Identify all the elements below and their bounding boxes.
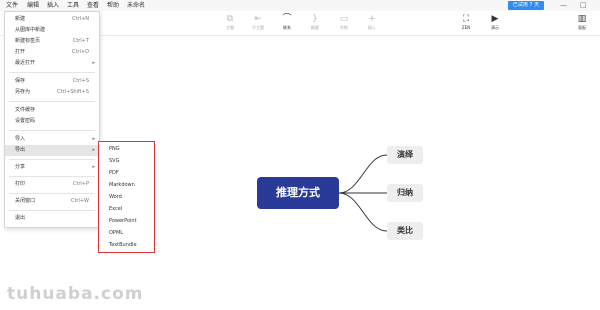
topic-analogy[interactable]: 类比 bbox=[387, 222, 423, 240]
menu-divider bbox=[9, 72, 95, 73]
export-opml[interactable]: OPML bbox=[109, 227, 123, 239]
export-markdown[interactable]: Markdown bbox=[109, 179, 135, 191]
menu-item-label: 保存 bbox=[15, 78, 26, 84]
menu-item-label: 设置密码 bbox=[15, 118, 36, 124]
menu-item-label: 最近打开 bbox=[15, 60, 36, 66]
topic-induction[interactable]: 归纳 bbox=[387, 184, 423, 202]
menu-divider bbox=[9, 130, 95, 131]
export-textbundle[interactable]: TextBundle bbox=[109, 239, 137, 251]
menu-item-label: 文件缓存 bbox=[15, 107, 36, 113]
menu-item-recent[interactable]: 最近打开 ▸ bbox=[5, 58, 99, 69]
file-menu: 新建 Ctrl+N 从图库中新建 新建标签页 Ctrl+T 打开 Ctrl+O … bbox=[4, 11, 100, 228]
menu-item-label: 从图库中新建 bbox=[15, 27, 46, 33]
submenu-arrow-icon: ▸ bbox=[92, 164, 95, 170]
menu-item-exit[interactable]: 退出 bbox=[5, 213, 99, 224]
menu-item-label: 退出 bbox=[15, 215, 26, 221]
menu-divider bbox=[9, 101, 95, 102]
menu-item-label: 导入 bbox=[15, 136, 26, 142]
menu-item-export[interactable]: 导出 ▸ bbox=[5, 145, 99, 156]
shortcut-label: Ctrl+W bbox=[70, 198, 89, 204]
menu-divider bbox=[9, 210, 95, 211]
menu-item-label: 打开 bbox=[15, 49, 26, 55]
export-pdf[interactable]: PDF bbox=[109, 167, 119, 179]
submenu-arrow-icon: ▸ bbox=[92, 136, 95, 142]
submenu-arrow-icon: ▸ bbox=[92, 60, 95, 66]
menu-item-share[interactable]: 分享 ▸ bbox=[5, 162, 99, 173]
topic-deduction[interactable]: 演绎 bbox=[387, 146, 423, 164]
menu-item-save[interactable]: 保存 Ctrl+S bbox=[5, 76, 99, 87]
menu-item-label: 新建 bbox=[15, 16, 26, 22]
menu-item-open[interactable]: 打开 Ctrl+O bbox=[5, 47, 99, 58]
menu-item-label: 另存为 bbox=[15, 89, 31, 95]
menu-item-close-window[interactable]: 关闭窗口 Ctrl+W bbox=[5, 196, 99, 207]
menu-item-label: 导出 bbox=[15, 147, 26, 153]
central-topic[interactable]: 推理方式 bbox=[257, 177, 339, 209]
menu-item-file-cache[interactable]: 文件缓存 bbox=[5, 105, 99, 116]
menu-item-label: 新建标签页 bbox=[15, 38, 41, 44]
shortcut-label: Ctrl+P bbox=[72, 181, 89, 187]
menu-item-label: 打印 bbox=[15, 181, 26, 187]
menu-item-save-as[interactable]: 另存为 Ctrl+Shift+S bbox=[5, 87, 99, 98]
shortcut-label: Ctrl+O bbox=[71, 49, 89, 55]
menu-divider bbox=[9, 159, 95, 160]
shortcut-label: Ctrl+Shift+S bbox=[57, 89, 89, 95]
shortcut-label: Ctrl+S bbox=[72, 78, 89, 84]
menu-item-import[interactable]: 导入 ▸ bbox=[5, 134, 99, 145]
shortcut-label: Ctrl+T bbox=[72, 38, 89, 44]
export-svg[interactable]: SVG bbox=[109, 155, 119, 167]
menu-divider bbox=[9, 193, 95, 194]
menu-divider bbox=[9, 176, 95, 177]
menu-item-new[interactable]: 新建 Ctrl+N bbox=[5, 14, 99, 25]
export-submenu: PNG SVG PDF Markdown Word Excel PowerPoi… bbox=[98, 141, 155, 253]
export-excel[interactable]: Excel bbox=[109, 203, 122, 215]
export-powerpoint[interactable]: PowerPoint bbox=[109, 215, 137, 227]
menu-item-new-tab[interactable]: 新建标签页 Ctrl+T bbox=[5, 36, 99, 47]
submenu-arrow-icon: ▸ bbox=[92, 147, 95, 153]
menu-item-label: 关闭窗口 bbox=[15, 198, 36, 204]
export-word[interactable]: Word bbox=[109, 191, 122, 203]
shortcut-label: Ctrl+N bbox=[72, 16, 89, 22]
menu-item-new-from-gallery[interactable]: 从图库中新建 bbox=[5, 25, 99, 36]
menu-item-print[interactable]: 打印 Ctrl+P bbox=[5, 179, 99, 190]
watermark: tuhuaba.com bbox=[7, 284, 144, 304]
menu-item-set-password[interactable]: 设置密码 bbox=[5, 116, 99, 127]
menu-item-label: 分享 bbox=[15, 164, 26, 170]
export-png[interactable]: PNG bbox=[109, 143, 120, 155]
